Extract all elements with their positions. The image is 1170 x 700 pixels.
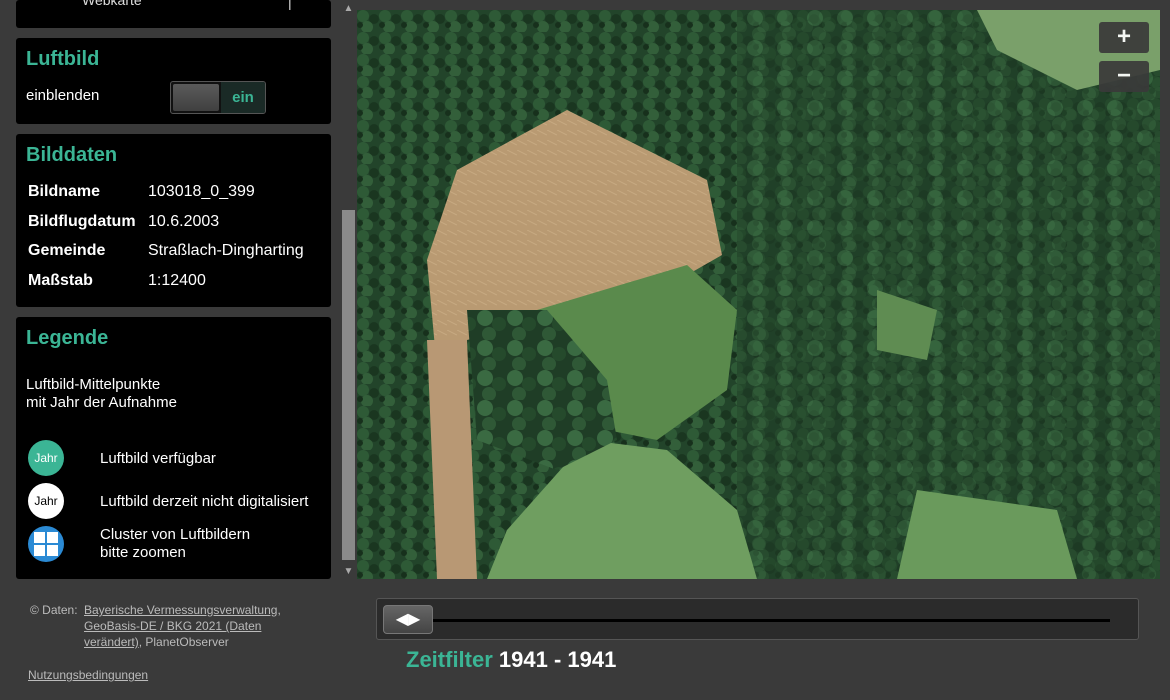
- panel-bilddaten: Bilddaten Bildname 103018_0_399 Bildflug…: [16, 134, 331, 307]
- luftbild-toggle[interactable]: ein: [170, 81, 266, 114]
- sidebar: Webkarte | Luftbild einblenden ein Bildd…: [0, 0, 356, 580]
- bilddaten-key: Maßstab: [28, 272, 93, 289]
- aerial-map[interactable]: + −: [357, 10, 1160, 579]
- zeitfilter-label: Zeitfilter: [406, 647, 493, 672]
- bilddaten-key: Gemeinde: [28, 242, 106, 259]
- bilddaten-value: 103018_0_399: [148, 183, 255, 200]
- panel-legende: Legende Luftbild-Mittelpunkte mit Jahr d…: [16, 317, 331, 579]
- bilddaten-value: 10.6.2003: [148, 213, 220, 230]
- scrollbar-thumb[interactable]: [342, 210, 355, 560]
- legend-item-line1: Cluster von Luftbildern: [100, 526, 251, 543]
- panel-webkarte: Webkarte |: [16, 0, 331, 28]
- legende-title: Legende: [26, 327, 109, 349]
- attribution: © Daten: Bayerische Vermessungsverwaltun…: [30, 602, 281, 649]
- cluster-grid-icon: [28, 526, 64, 562]
- einblenden-label: einblenden: [26, 87, 100, 104]
- bilddaten-title: Bilddaten: [26, 144, 118, 166]
- legend-item-label: Luftbild verfügbar: [100, 450, 216, 467]
- legende-intro-line2: mit Jahr der Aufnahme: [26, 394, 177, 411]
- aerial-photo: [357, 10, 1160, 579]
- toggle-state-label: ein: [221, 82, 265, 113]
- legend-item-cluster: Cluster von Luftbildern bitte zoomen: [28, 526, 328, 566]
- bilddaten-value: Straßlach-Dingharting: [148, 242, 304, 259]
- luftbild-title: Luftbild: [26, 48, 100, 70]
- panel-luftbild: Luftbild einblenden ein: [16, 38, 331, 124]
- legende-intro-line1: Luftbild-Mittelpunkte: [26, 376, 161, 393]
- toggle-knob[interactable]: [173, 84, 219, 111]
- scroll-down-arrow-icon[interactable]: ▼: [341, 563, 356, 580]
- bilddaten-key: Bildname: [28, 183, 101, 200]
- legend-item-available: Jahr Luftbild verfügbar: [28, 440, 328, 480]
- zoom-in-button[interactable]: +: [1099, 22, 1149, 53]
- attribution-links: Bayerische Vermessungsverwaltung, GeoBas…: [84, 602, 314, 650]
- attribution-prefix: © Daten:: [30, 603, 78, 617]
- time-slider[interactable]: ◀▶: [376, 598, 1139, 640]
- zoom-out-button[interactable]: −: [1099, 61, 1149, 92]
- slider-track[interactable]: [427, 619, 1110, 622]
- green-year-marker-icon: Jahr: [28, 440, 64, 476]
- legend-item-label: Luftbild derzeit nicht digitalisiert: [100, 493, 309, 510]
- bilddaten-value: 1:12400: [148, 272, 206, 289]
- legend-item-label: Cluster von Luftbildern bitte zoomen: [100, 526, 250, 562]
- time-filter-label: Zeitfilter 1941 - 1941: [406, 647, 616, 673]
- attribution-suffix: , PlanetObserver: [138, 635, 229, 649]
- webkarte-label: Webkarte: [82, 0, 142, 8]
- scroll-up-arrow-icon[interactable]: ▲: [341, 0, 356, 17]
- bilddaten-key: Bildflugdatum: [28, 213, 136, 230]
- attribution-separator: ,: [277, 603, 281, 617]
- link-bayerische-vermessungsverwaltung[interactable]: Bayerische Vermessungsverwaltung: [84, 603, 277, 617]
- slider-handle-left-right-arrows-icon[interactable]: ◀▶: [383, 605, 433, 634]
- legende-intro: Luftbild-Mittelpunkte mit Jahr der Aufna…: [26, 376, 177, 412]
- terms-of-use-link[interactable]: Nutzungsbedingungen: [28, 668, 148, 682]
- webkarte-mark: |: [288, 0, 292, 10]
- legend-item-line2: bitte zoomen: [100, 544, 186, 561]
- sidebar-scrollbar[interactable]: ▲ ▼: [341, 0, 356, 580]
- zeitfilter-range: 1941 - 1941: [498, 647, 617, 672]
- white-year-marker-icon: Jahr: [28, 483, 64, 519]
- legend-item-not-digitized: Jahr Luftbild derzeit nicht digitalisier…: [28, 483, 328, 523]
